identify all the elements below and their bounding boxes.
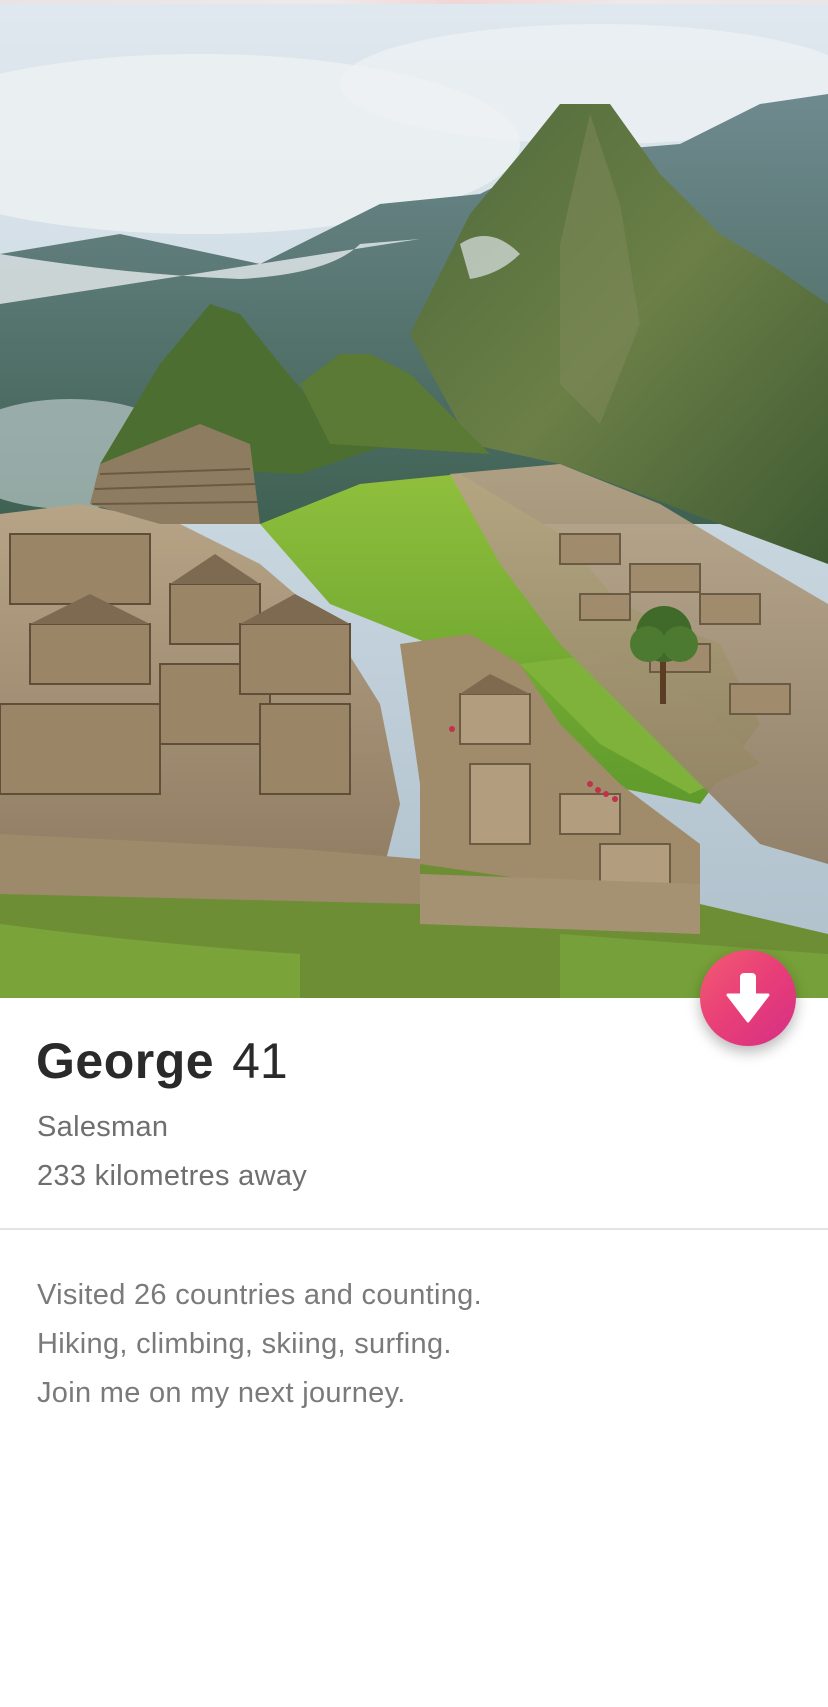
profile-distance: 233 kilometres away: [37, 1160, 308, 1192]
collapse-profile-button[interactable]: [700, 950, 796, 1046]
profile-job: Salesman: [37, 1111, 169, 1143]
section-divider: [0, 1228, 828, 1230]
profile-bio: Visited 26 countries and counting. Hikin…: [37, 1271, 482, 1418]
profile-photo-image: [0, 4, 828, 998]
profile-name: George: [36, 1033, 215, 1089]
bio-line: Visited 26 countries and counting.: [37, 1279, 482, 1311]
profile-header: George 41: [36, 1032, 288, 1090]
profile-age: 41: [232, 1033, 288, 1089]
arrow-down-icon: [726, 973, 770, 1023]
profile-screen: George 41 Salesman 233 kilometres away V…: [0, 0, 828, 1707]
bio-line: Hiking, climbing, skiing, surfing.: [37, 1328, 452, 1360]
bio-line: Join me on my next journey.: [37, 1377, 406, 1409]
profile-photo[interactable]: [0, 4, 828, 998]
